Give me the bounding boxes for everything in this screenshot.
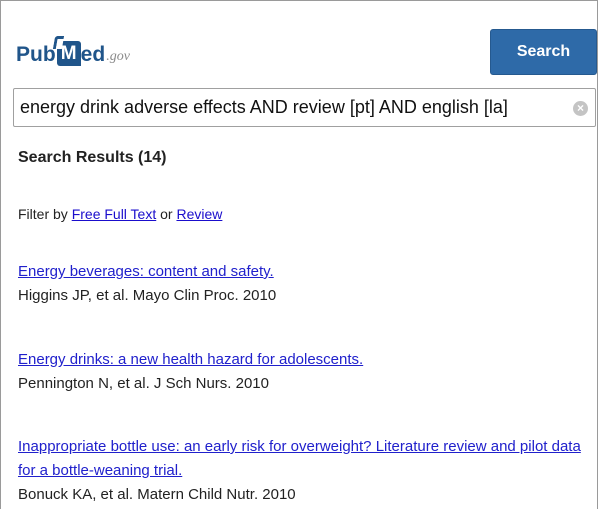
- search-button[interactable]: Search: [490, 29, 597, 75]
- result-item: Inappropriate bottle use: an early risk …: [18, 435, 588, 507]
- result-citation: Pennington N, et al. J Sch Nurs. 2010: [18, 375, 269, 392]
- result-title-link[interactable]: Energy drinks: a new health hazard for a…: [18, 348, 588, 372]
- filter-free-full-text-link[interactable]: Free Full Text: [72, 206, 157, 222]
- filter-line: Filter by Free Full Text or Review: [18, 206, 222, 222]
- result-title-link[interactable]: Inappropriate bottle use: an early risk …: [18, 435, 588, 483]
- pubmed-logo[interactable]: Pub M ed .gov: [16, 31, 130, 66]
- logo-gov-text: .gov: [106, 49, 130, 64]
- result-citation: Bonuck KA, et al. Matern Child Nutr. 201…: [18, 486, 296, 503]
- logo-ed-text: ed: [80, 43, 106, 66]
- logo-pub-text: Pub: [16, 43, 56, 66]
- search-input[interactable]: energy drink adverse effects AND review …: [13, 88, 596, 127]
- result-citation: Higgins JP, et al. Mayo Clin Proc. 2010: [18, 287, 277, 304]
- filter-or: or: [156, 206, 177, 222]
- clear-search-icon[interactable]: ×: [573, 101, 588, 116]
- logo-m-badge: M: [56, 41, 81, 66]
- result-item: Energy drinks: a new health hazard for a…: [18, 348, 588, 396]
- filter-prefix: Filter by: [18, 206, 72, 222]
- filter-review-link[interactable]: Review: [176, 206, 222, 222]
- pubmed-mobile-page: Pub M ed .gov Search energy drink advers…: [0, 0, 598, 509]
- header: Pub M ed .gov Search: [1, 1, 597, 85]
- search-results-heading: Search Results (14): [18, 149, 167, 166]
- search-query-text[interactable]: energy drink adverse effects AND review …: [20, 89, 508, 126]
- result-title-link[interactable]: Energy beverages: content and safety.: [18, 260, 588, 284]
- result-item: Energy beverages: content and safety. Hi…: [18, 260, 588, 308]
